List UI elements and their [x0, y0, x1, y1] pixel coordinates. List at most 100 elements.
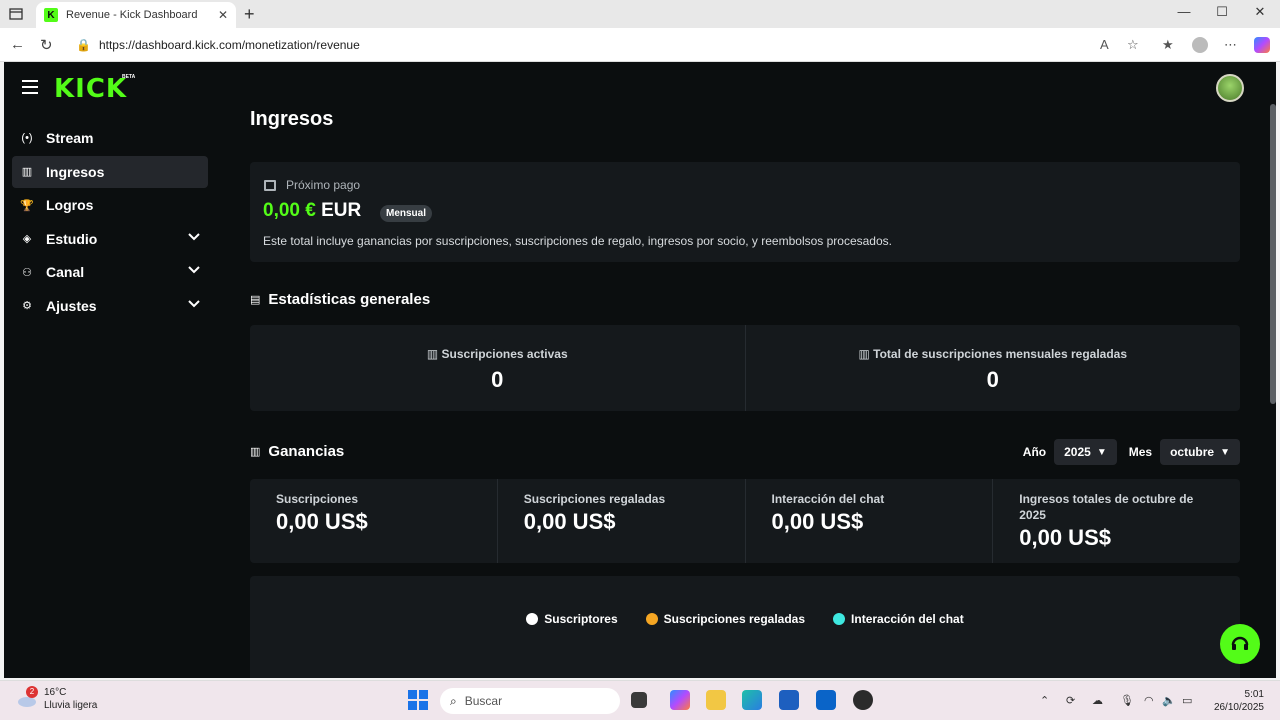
scrollbar[interactable]	[1270, 104, 1276, 404]
legend-label: Suscripciones regaladas	[663, 612, 806, 626]
refresh-icon[interactable]: ↻	[40, 36, 53, 54]
chevron-down-icon[interactable]	[188, 231, 200, 243]
chevron-down-icon: ▼	[1096, 446, 1107, 458]
outlook-icon[interactable]	[816, 690, 836, 710]
favorite-star-icon[interactable]: ☆	[1127, 37, 1139, 53]
tab-actions-icon[interactable]	[8, 6, 24, 22]
sidebar-item-label: Estudio	[46, 230, 98, 247]
payout-label-text: Próximo pago	[286, 178, 361, 192]
stat-label-text: Suscripciones activas	[441, 347, 568, 361]
stat-active-subs: ▥ Suscripciones activas 0	[250, 325, 745, 411]
general-stats-card: ▥ Suscripciones activas 0 ▥ Total de sus…	[250, 325, 1240, 411]
payout-frequency-badge: Mensual	[380, 205, 433, 222]
wallet-icon	[264, 179, 276, 191]
payout-label: Próximo pago	[264, 178, 360, 192]
earnings-subscriptions: Suscripciones 0,00 US$	[250, 479, 497, 563]
earnings-value: 0,00 US$	[523, 509, 616, 534]
headset-icon	[1231, 636, 1249, 650]
support-button[interactable]	[1220, 624, 1260, 664]
month-select[interactable]: octubre ▼	[1160, 439, 1240, 465]
more-options-icon[interactable]: ⋯	[1224, 37, 1237, 53]
year-select[interactable]: 2025 ▼	[1054, 439, 1117, 465]
earnings-title-text: Ganancias	[268, 443, 345, 460]
file-explorer-icon[interactable]	[706, 690, 726, 710]
stats-icon: ▤	[250, 294, 261, 306]
maximize-icon[interactable]: ☐	[1208, 4, 1236, 20]
sidebar-item-stream[interactable]: (•) Stream	[12, 122, 208, 154]
earnings-chart-card: Suscriptores Suscripciones regaladas Int…	[250, 576, 1240, 678]
copilot-app-icon[interactable]	[670, 690, 690, 710]
profile-avatar-icon[interactable]	[1192, 37, 1208, 53]
legend-item-chat[interactable]: Interacción del chat	[833, 612, 964, 626]
payout-amount: 0,00 € EUR	[263, 200, 361, 222]
edge-browser-icon[interactable]	[742, 690, 762, 710]
trophy-icon: 🏆	[20, 199, 34, 212]
hamburger-menu-icon[interactable]	[22, 80, 38, 94]
user-avatar[interactable]	[1216, 74, 1244, 102]
search-icon: ⌕	[450, 693, 457, 708]
taskbar-search[interactable]: ⌕ Buscar	[440, 688, 620, 714]
url-text: https://dashboard.kick.com/monetization/…	[98, 38, 360, 52]
studio-icon: ◈	[22, 233, 32, 245]
sidebar-item-canal[interactable]: ⚇ Canal	[12, 256, 208, 288]
stat-value: 0	[491, 367, 504, 392]
sidebar-item-ajustes[interactable]: ⚙ Ajustes	[12, 290, 208, 322]
tab-title: Revenue - Kick Dashboard	[66, 9, 198, 21]
obs-icon[interactable]	[853, 690, 873, 710]
search-placeholder: Buscar	[464, 694, 503, 708]
favorites-icon[interactable]: ★	[1162, 37, 1174, 53]
weather-text: 16°C Lluvia ligera	[44, 686, 97, 712]
show-hidden-icons-icon[interactable]: ⌃	[1040, 694, 1049, 707]
earnings-section-title: ▥ Ganancias	[250, 443, 344, 460]
read-aloud-icon[interactable]: A	[1100, 37, 1109, 52]
legend-item-gifted[interactable]: Suscripciones regaladas	[645, 612, 806, 626]
payout-currency: EUR	[321, 200, 362, 221]
sidebar-item-ingresos[interactable]: ▥ Ingresos	[12, 155, 208, 188]
address-bar: ← ↻ 🔒 https://dashboard.kick.com/monetiz…	[0, 28, 1280, 62]
stats-title-text: Estadísticas generales	[268, 291, 431, 308]
microphone-icon[interactable]: 🎙	[1120, 694, 1134, 707]
browser-tab[interactable]: K Revenue - Kick Dashboard ✕	[36, 2, 236, 28]
task-view-icon[interactable]	[631, 692, 647, 708]
sidebar-item-logros[interactable]: 🏆 Logros	[12, 189, 208, 221]
chevron-down-icon: ▼	[1220, 446, 1230, 458]
sync-icon[interactable]: ⟳	[1066, 694, 1075, 707]
windows-start-icon[interactable]	[408, 690, 428, 710]
site-info-icon[interactable]: 🔒	[76, 38, 91, 52]
minimize-icon[interactable]: —	[1170, 4, 1198, 19]
legend-item-subscribers[interactable]: Suscriptores	[526, 612, 618, 626]
stat-label: ▥ Total de suscripciones mensuales regal…	[746, 347, 1241, 361]
speaker-icon[interactable]: 🔈	[1162, 694, 1176, 707]
sidebar-item-label: Canal	[46, 264, 85, 280]
stat-gifted-subs: ▥ Total de suscripciones mensuales regal…	[744, 325, 1241, 411]
weather-desc: Lluvia ligera	[44, 700, 98, 711]
cloud-icon[interactable]: ☁	[1092, 694, 1103, 707]
weather-widget[interactable]: 2 16°C Lluvia ligera	[16, 686, 97, 712]
sidebar-item-label: Ajustes	[46, 297, 97, 314]
kick-logo[interactable]: KICK	[54, 74, 127, 104]
chart-icon: ▥	[426, 347, 442, 361]
system-clock[interactable]: 5:01 26/10/2025	[1212, 688, 1264, 714]
url-field[interactable]: 🔒 https://dashboard.kick.com/monetizatio…	[68, 33, 1158, 57]
new-tab-button[interactable]: +	[244, 4, 255, 25]
chevron-down-icon[interactable]	[188, 264, 200, 276]
stats-section-title: ▤ Estadísticas generales	[250, 291, 430, 308]
payout-description: Este total incluye ganancias por suscrip…	[263, 234, 892, 248]
close-window-icon[interactable]: ✕	[1246, 4, 1274, 20]
sidebar-item-estudio[interactable]: ◈ Estudio	[12, 223, 208, 255]
back-icon[interactable]: ←	[10, 36, 25, 53]
weather-badge: 2	[26, 686, 38, 698]
chevron-down-icon[interactable]	[188, 298, 200, 310]
battery-icon[interactable]: ▭	[1182, 694, 1192, 707]
payout-amount-value: 0,00 €	[263, 200, 316, 221]
windows-taskbar: 2 16°C Lluvia ligera ⌕ Buscar ⌃ ⟳ ☁ 🎙 ◠ …	[0, 680, 1280, 720]
kick-favicon-icon: K	[44, 8, 58, 22]
earnings-gifted-subs: Suscripciones regaladas 0,00 US$	[496, 479, 745, 563]
store-icon[interactable]	[779, 690, 799, 710]
browser-tab-strip: K Revenue - Kick Dashboard ✕ + — ☐ ✕	[0, 0, 1280, 28]
earnings-filters: Año 2025 ▼ Mes octubre ▼	[1010, 439, 1240, 465]
wifi-icon[interactable]: ◠	[1144, 694, 1154, 707]
close-tab-icon[interactable]: ✕	[218, 8, 228, 22]
legend-label: Interacción del chat	[851, 612, 964, 626]
copilot-icon[interactable]	[1254, 37, 1270, 53]
